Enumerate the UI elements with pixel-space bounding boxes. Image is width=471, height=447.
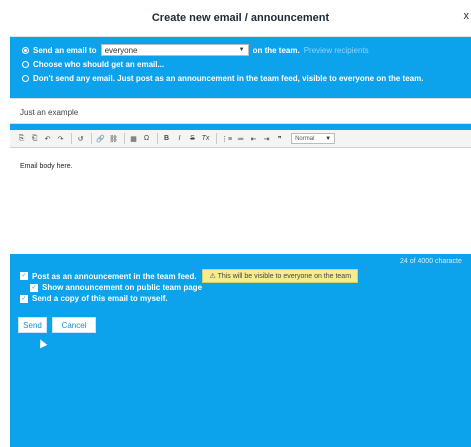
special-char-icon[interactable]: Ω (141, 133, 152, 144)
email-editor[interactable]: ⎘ ⎗ ↶ ↷ ↺ 🔗 ⛓ ▦ Ω B I S Tx ⋮≡ ≔ ⇤ ⇥ ❞ No… (10, 130, 471, 254)
remove-format-icon[interactable]: Tx (200, 133, 211, 144)
no-email-option[interactable]: Don't send any email. Just post as an an… (22, 74, 423, 83)
post-announcement-label: Post as an announcement in the team feed… (32, 271, 197, 281)
bulleted-list-icon[interactable]: ≔ (235, 133, 246, 144)
bold-icon[interactable]: B (161, 133, 172, 144)
history-icon[interactable]: ↺ (75, 133, 86, 144)
copy-icon[interactable]: ⎘ (16, 133, 27, 144)
no-email-label: Don't send any email. Just post as an an… (33, 74, 424, 83)
show-public-option[interactable]: ✓ Show announcement on public team page (30, 283, 202, 292)
send-button[interactable]: Send (18, 317, 47, 333)
toolbar-divider (91, 133, 92, 144)
checkbox-checked-icon[interactable]: ✓ (20, 294, 28, 303)
paste-icon[interactable]: ⎗ (29, 133, 40, 144)
post-announcement-option[interactable]: ✓ Post as an announcement in the team fe… (20, 269, 359, 283)
link-icon[interactable]: 🔗 (95, 133, 106, 144)
dialog-title: Create new email / announcement (151, 12, 330, 24)
chevron-down-icon: ▼ (325, 135, 332, 142)
table-icon[interactable]: ▦ (128, 133, 139, 144)
cancel-button[interactable]: Cancel (52, 317, 96, 333)
toolbar-divider (216, 133, 217, 144)
format-select-value: Normal (295, 135, 315, 142)
format-select[interactable]: Normal ▼ (291, 133, 336, 144)
subject-input[interactable]: Just an example (10, 98, 471, 124)
redo-icon[interactable]: ↷ (55, 133, 66, 144)
toolbar-divider (124, 133, 125, 144)
send-to-label: Send an email to (33, 45, 97, 55)
show-public-label: Show announcement on public team page (42, 283, 203, 292)
radio-icon[interactable] (22, 75, 29, 82)
blockquote-icon[interactable]: ❞ (274, 133, 285, 144)
italic-icon[interactable]: I (174, 133, 185, 144)
toolbar-divider (71, 133, 72, 144)
numbered-list-icon[interactable]: ⋮≡ (220, 133, 233, 144)
recipient-select-value: everyone (104, 45, 138, 55)
indent-icon[interactable]: ⇥ (261, 133, 272, 144)
send-email-option[interactable]: Send an email to everyone ▼ on the team.… (22, 44, 369, 56)
outdent-icon[interactable]: ⇤ (248, 133, 259, 144)
mouse-cursor-icon (36, 337, 48, 349)
strikethrough-icon[interactable]: S (187, 133, 198, 144)
email-dialog: Create new email / announcement x Send a… (10, 0, 471, 447)
send-copy-option[interactable]: ✓ Send a copy of this email to myself. (20, 294, 168, 303)
chevron-down-icon: ▼ (238, 47, 245, 53)
visibility-warning-badge: ⚠ This will be visible to everyone on th… (202, 269, 359, 283)
recipient-select[interactable]: everyone ▼ (100, 44, 249, 56)
close-icon[interactable]: x (464, 10, 470, 22)
toolbar-divider (157, 133, 158, 144)
character-counter: 24 of 4000 characte (400, 258, 462, 265)
editor-toolbar: ⎘ ⎗ ↶ ↷ ↺ 🔗 ⛓ ▦ Ω B I S Tx ⋮≡ ≔ ⇤ ⇥ ❞ No… (10, 130, 471, 148)
radio-selected-icon[interactable] (22, 46, 29, 54)
undo-icon[interactable]: ↶ (42, 133, 53, 144)
send-to-suffix: on the team. (252, 45, 300, 55)
radio-icon[interactable] (22, 61, 29, 68)
email-body-text[interactable]: Email body here. (20, 163, 73, 170)
checkbox-checked-icon[interactable]: ✓ (20, 272, 28, 280)
unlink-icon[interactable]: ⛓ (108, 133, 119, 144)
choose-recipients-label: Choose who should get an email... (33, 60, 165, 69)
dialog-header: Create new email / announcement x (10, 0, 471, 37)
choose-recipients-option[interactable]: Choose who should get an email... (22, 60, 164, 69)
checkbox-checked-icon[interactable]: ✓ (30, 283, 38, 292)
send-copy-label: Send a copy of this email to myself. (32, 294, 168, 303)
preview-recipients-link[interactable]: Preview recipients (304, 46, 369, 55)
